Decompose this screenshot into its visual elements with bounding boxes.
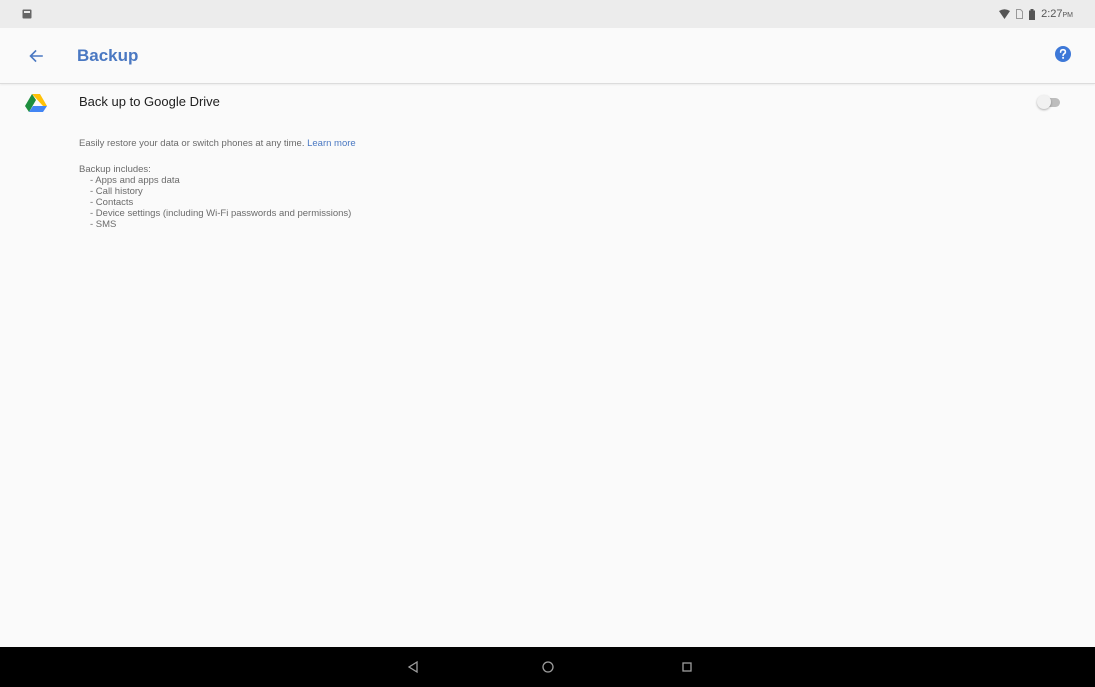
backup-description-text: Easily restore your data or switch phone…	[79, 138, 305, 149]
backup-includes: Backup includes: - Apps and apps data - …	[79, 164, 351, 230]
status-bar-left	[22, 9, 32, 19]
back-triangle-icon	[407, 660, 418, 674]
help-button[interactable]	[1055, 46, 1075, 66]
google-drive-icon	[25, 94, 47, 112]
navigation-bar	[0, 647, 1095, 687]
back-button[interactable]	[24, 44, 48, 68]
notification-icon	[22, 9, 32, 19]
list-item: - Apps and apps data	[90, 175, 180, 186]
list-item: - Contacts	[90, 197, 134, 208]
backup-to-drive-row[interactable]: Back up to Google Drive	[0, 85, 1095, 119]
status-bar-right: 2:27PM	[999, 8, 1073, 20]
nav-back-button[interactable]	[403, 657, 423, 677]
toggle-thumb	[1037, 95, 1051, 109]
list-item: - Device settings (including Wi-Fi passw…	[90, 208, 352, 219]
status-bar: 2:27PM	[0, 0, 1095, 28]
arrow-back-icon	[29, 49, 43, 63]
backup-to-drive-title: Back up to Google Drive	[79, 94, 220, 109]
battery-icon	[1029, 8, 1036, 20]
backup-description: Easily restore your data or switch phone…	[79, 138, 356, 150]
recents-square-icon	[682, 662, 692, 672]
backup-includes-header: Backup includes:	[79, 164, 151, 175]
status-time-suffix: PM	[1062, 12, 1074, 19]
learn-more-link[interactable]: Learn more	[307, 138, 356, 149]
list-item: - SMS	[90, 219, 117, 230]
wifi-icon	[999, 9, 1011, 19]
nav-home-button[interactable]	[538, 657, 558, 677]
status-time: 2:27PM	[1041, 8, 1073, 20]
list-item: - Call history	[90, 186, 143, 197]
sim-icon	[1016, 9, 1024, 19]
app-bar: Backup	[0, 28, 1095, 84]
backup-toggle-switch[interactable]	[1037, 95, 1061, 109]
home-circle-icon	[542, 661, 554, 673]
page-title: Backup	[77, 46, 139, 65]
backup-includes-list: - Apps and apps data - Call history - Co…	[79, 175, 351, 230]
nav-recents-button[interactable]	[677, 657, 697, 677]
help-icon	[1055, 46, 1071, 62]
